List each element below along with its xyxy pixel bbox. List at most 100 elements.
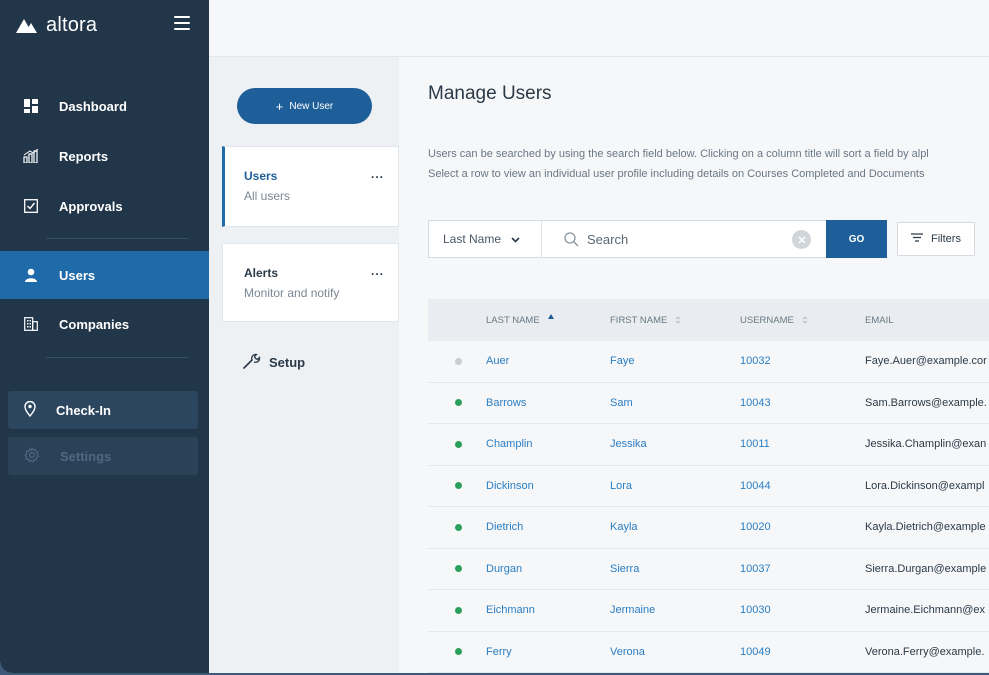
more-options-icon[interactable]: ...	[371, 264, 384, 278]
go-button[interactable]: GO	[826, 220, 887, 258]
menu-toggle-icon[interactable]	[174, 16, 190, 30]
gear-icon	[24, 446, 40, 466]
email-cell: Verona.Ferry@example.	[865, 645, 985, 658]
username-cell[interactable]: 10020	[740, 521, 865, 533]
username-cell[interactable]: 10043	[740, 397, 865, 409]
settings-button[interactable]: Settings	[8, 437, 198, 475]
first-name-cell[interactable]: Faye	[610, 355, 740, 367]
sidebar-item-companies[interactable]: Companies	[0, 300, 209, 348]
filter-icon	[911, 233, 924, 245]
nav-divider	[46, 238, 188, 239]
card-users[interactable]: Users All users ...	[222, 146, 399, 227]
username-cell[interactable]: 10032	[740, 355, 865, 367]
first-name-cell[interactable]: Verona	[610, 646, 740, 658]
table-header: LAST NAME FIRST NAME USERNAME EMAIL	[428, 299, 989, 341]
status-cell	[428, 440, 486, 448]
table-row[interactable]: Eichmann Jermaine 10030 Jermaine.Eichmann@e…	[428, 590, 989, 632]
search-bar: Last Name	[428, 220, 887, 258]
column-header-last-name[interactable]: LAST NAME	[486, 313, 610, 326]
last-name-cell[interactable]: Barrows	[486, 397, 610, 409]
card-subtitle: All users	[244, 189, 291, 203]
last-name-cell[interactable]: Ferry	[486, 646, 610, 658]
search-field-value: Last Name	[443, 232, 502, 246]
sidebar-item-label: Users	[59, 267, 96, 283]
altora-logo-icon	[16, 19, 37, 33]
first-name-cell[interactable]: Lora	[610, 480, 740, 492]
approvals-icon	[23, 198, 39, 214]
status-indicator	[454, 482, 462, 490]
page-title: Manage Users	[428, 83, 552, 104]
description-line: Users can be searched by using the searc…	[428, 148, 929, 160]
table-row[interactable]: Barrows Sam 10043 Sam.Barrows@example.	[428, 382, 989, 424]
sort-ascending-icon	[547, 313, 554, 319]
username-cell[interactable]: 10049	[740, 646, 865, 658]
sidebar-item-users[interactable]: Users	[0, 251, 209, 299]
table-row[interactable]: Ferry Verona 10049 Verona.Ferry@example.	[428, 631, 989, 673]
username-cell[interactable]: 10030	[740, 604, 865, 616]
companies-icon	[23, 316, 39, 332]
new-user-button[interactable]: + New User	[237, 88, 372, 124]
status-cell	[428, 606, 486, 614]
last-name-cell[interactable]: Dickinson	[486, 480, 610, 492]
card-alerts[interactable]: Alerts Monitor and notify ...	[222, 243, 399, 322]
last-name-cell[interactable]: Durgan	[486, 563, 610, 575]
filters-button[interactable]: Filters	[897, 222, 975, 256]
table-row[interactable]: Durgan Sierra 10037 Sierra.Durgan@example	[428, 548, 989, 590]
table-row[interactable]: Auer Faye 10032 Faye.Auer@example.cor	[428, 341, 989, 383]
new-user-label: New User	[289, 100, 334, 112]
sidebar-item-dashboard[interactable]: Dashboard	[0, 82, 209, 130]
sidebar-item-label: Dashboard	[59, 98, 127, 114]
username-cell[interactable]: 10044	[740, 480, 865, 492]
plus-icon: +	[275, 98, 284, 114]
clear-search-icon[interactable]	[792, 230, 811, 249]
check-in-label: Check-In	[56, 402, 111, 418]
sidebar-item-label: Companies	[59, 316, 130, 332]
status-indicator	[454, 357, 462, 365]
setup-link[interactable]: Setup	[243, 353, 305, 372]
search-field-select[interactable]: Last Name	[429, 221, 542, 257]
column-header-email[interactable]: EMAIL	[865, 315, 989, 326]
email-cell: Jermaine.Eichmann@ex	[865, 604, 985, 617]
more-options-icon[interactable]: ...	[371, 167, 384, 181]
search-icon	[564, 231, 579, 247]
main-content: Manage Users Users can be searched by us…	[399, 57, 989, 673]
brand-name: altora	[46, 13, 98, 36]
setup-label: Setup	[269, 355, 306, 370]
last-name-cell[interactable]: Auer	[486, 355, 610, 367]
sidebar-item-approvals[interactable]: Approvals	[0, 182, 209, 230]
first-name-cell[interactable]: Sam	[610, 397, 740, 409]
sidebar: altora Dashboard Reports Approvals Users…	[0, 0, 209, 673]
status-indicator	[454, 648, 462, 656]
status-indicator	[454, 606, 462, 614]
username-cell[interactable]: 10011	[740, 438, 865, 450]
table-body: Auer Faye 10032 Faye.Auer@example.cor Barrow…	[428, 341, 989, 673]
table-row[interactable]: Dietrich Kayla 10020 Kayla.Dietrich@example	[428, 507, 989, 549]
first-name-cell[interactable]: Jessika	[610, 438, 740, 450]
status-indicator	[454, 440, 462, 448]
column-header-username[interactable]: USERNAME	[740, 315, 865, 326]
email-cell: Sam.Barrows@example.	[865, 396, 987, 409]
table-row[interactable]: Dickinson Lora 10044 Lora.Dickinson@exampl	[428, 465, 989, 507]
column-header-first-name[interactable]: FIRST NAME	[610, 315, 740, 326]
status-indicator	[454, 565, 462, 573]
search-input[interactable]	[587, 224, 772, 254]
sidebar-item-reports[interactable]: Reports	[0, 132, 209, 180]
status-cell	[428, 565, 486, 573]
filters-label: Filters	[931, 233, 961, 245]
status-cell	[428, 357, 486, 365]
brand-logo[interactable]: altora	[16, 12, 97, 38]
last-name-cell[interactable]: Champlin	[486, 438, 610, 450]
email-cell: Jessika.Champlin@exan	[865, 438, 987, 451]
last-name-cell[interactable]: Eichmann	[486, 604, 610, 616]
table-row[interactable]: Champlin Jessika 10011 Jessika.Champlin@exa…	[428, 424, 989, 466]
first-name-cell[interactable]: Jermaine	[610, 604, 740, 616]
last-name-cell[interactable]: Dietrich	[486, 521, 610, 533]
email-cell: Faye.Auer@example.cor	[865, 355, 987, 368]
first-name-cell[interactable]: Kayla	[610, 521, 740, 533]
status-indicator	[454, 399, 462, 407]
chevron-down-icon	[511, 232, 520, 246]
check-in-button[interactable]: Check-In	[8, 391, 198, 429]
first-name-cell[interactable]: Sierra	[610, 563, 740, 575]
column-header-label: USERNAME	[740, 314, 794, 326]
username-cell[interactable]: 10037	[740, 563, 865, 575]
